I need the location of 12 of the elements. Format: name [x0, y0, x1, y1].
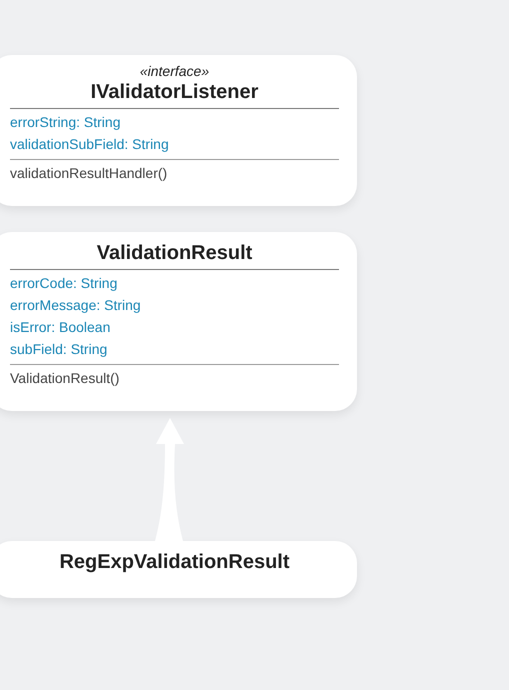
class-attribute: subField: String	[10, 340, 108, 358]
class-operation: validationResultHandler()	[10, 164, 168, 182]
class-attribute: errorMessage: String	[10, 296, 142, 314]
class-name: ValidationResult	[96, 241, 254, 266]
class-stereotype: «interface»	[138, 63, 210, 79]
class-attribute: validationSubField: String	[10, 135, 170, 153]
class-operation: ValidationResult()	[10, 369, 120, 387]
class-attribute: errorString: String	[10, 113, 122, 131]
class-name: RegExpValidationResult	[58, 550, 291, 575]
class-name: IValidatorListener	[90, 80, 260, 105]
class-attribute: errorCode: String	[10, 274, 118, 292]
class-attribute: isError: Boolean	[10, 318, 112, 336]
